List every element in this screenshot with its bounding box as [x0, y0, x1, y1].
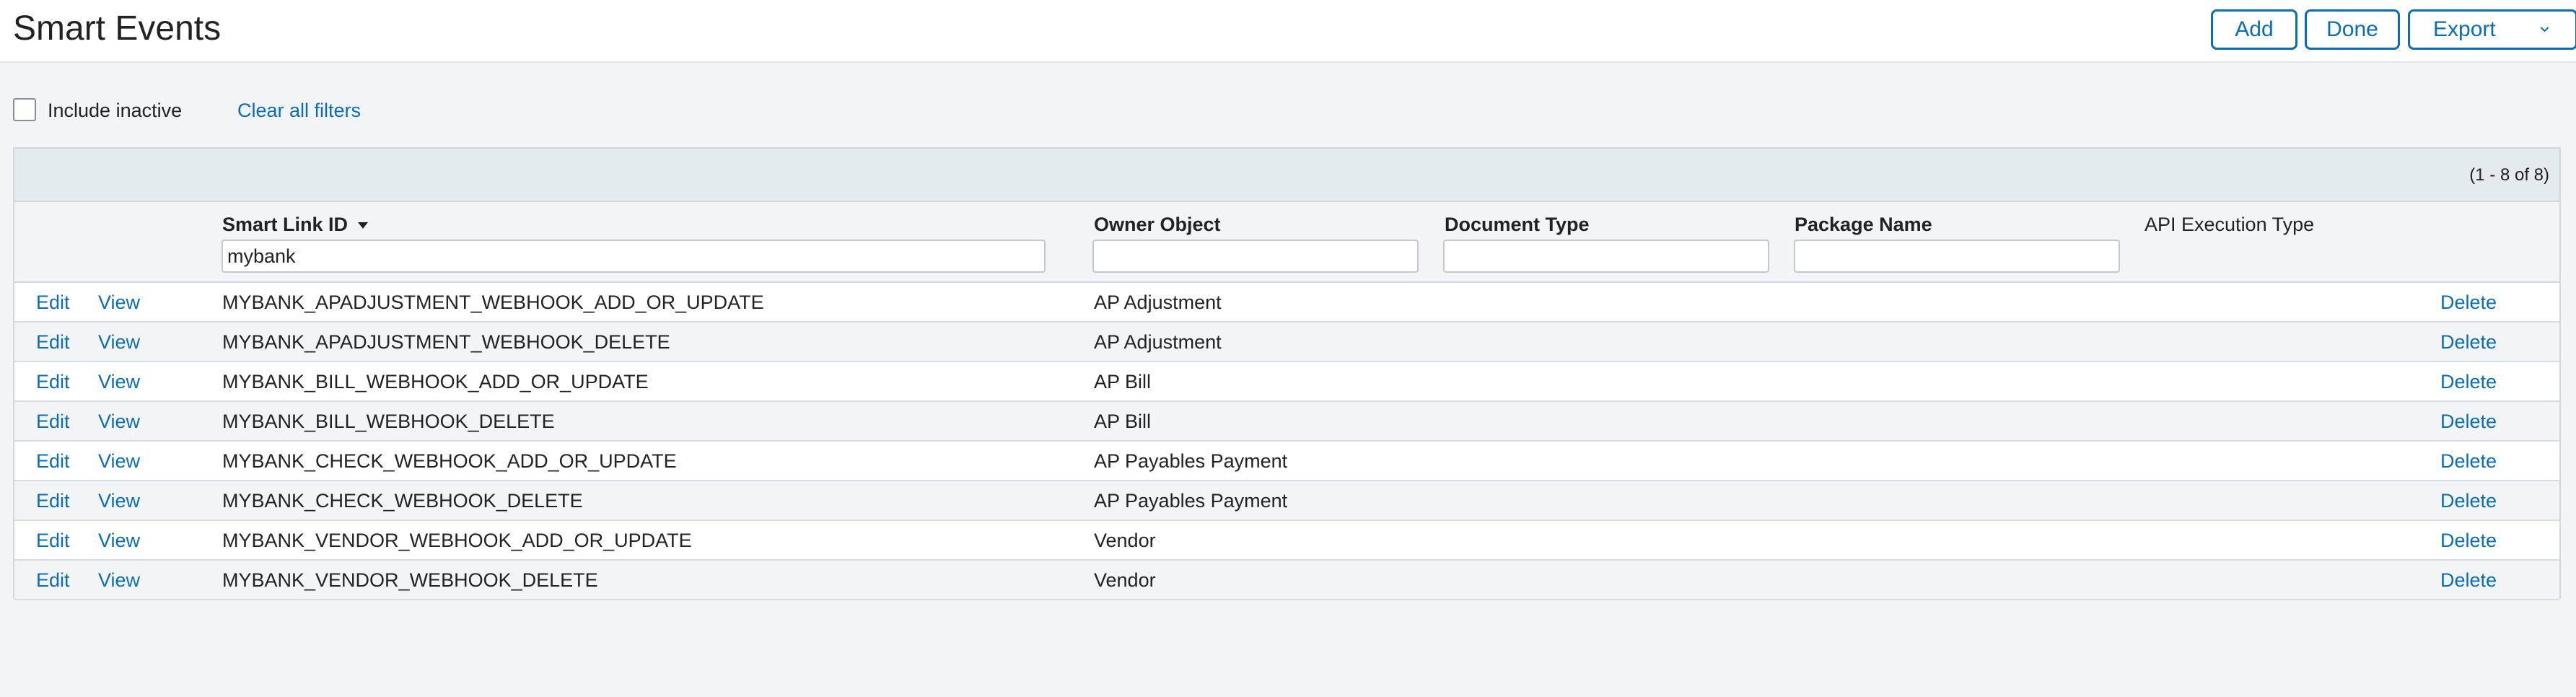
clear-all-filters-link[interactable]: Clear all filters — [237, 98, 361, 123]
delete-link[interactable]: Delete — [2440, 370, 2497, 393]
smart-link-id-cell: MYBANK_CHECK_WEBHOOK_DELETE — [222, 490, 583, 512]
edit-link[interactable]: Edit — [36, 569, 70, 592]
table-row: Edit View MYBANK_CHECK_WEBHOOK_DELETE AP… — [14, 481, 2559, 521]
edit-link[interactable]: Edit — [36, 330, 70, 354]
done-button[interactable]: Done — [2305, 9, 2400, 50]
page-header: Smart Events Add Done Export — [0, 0, 2576, 63]
smart-events-table: (1 - 8 of 8) Smart Link ID Owner Object … — [13, 147, 2561, 600]
column-header-smart-link-id-label: Smart Link ID — [222, 214, 349, 235]
smart-link-id-cell: MYBANK_VENDOR_WEBHOOK_DELETE — [222, 569, 598, 591]
delete-link[interactable]: Delete — [2440, 529, 2497, 552]
owner-object-cell: Vendor — [1094, 569, 1156, 591]
delete-link[interactable]: Delete — [2440, 569, 2497, 592]
include-inactive-checkbox[interactable] — [13, 98, 36, 121]
view-link[interactable]: View — [98, 370, 140, 393]
edit-link[interactable]: Edit — [36, 370, 70, 393]
owner-object-cell: AP Adjustment — [1094, 331, 1222, 353]
edit-link[interactable]: Edit — [36, 529, 70, 552]
owner-object-filter-input[interactable] — [1092, 240, 1419, 273]
column-header-document-type[interactable]: Document Type — [1445, 212, 1590, 237]
smart-link-id-cell: MYBANK_BILL_WEBHOOK_DELETE — [222, 411, 555, 432]
smart-link-id-cell: MYBANK_APADJUSTMENT_WEBHOOK_ADD_OR_UPDAT… — [222, 291, 764, 313]
owner-object-cell: Vendor — [1094, 530, 1156, 551]
view-link[interactable]: View — [98, 291, 140, 314]
page-title: Smart Events — [13, 9, 222, 48]
column-header-api-execution-type: API Execution Type — [2145, 214, 2315, 235]
view-link[interactable]: View — [98, 569, 140, 592]
package-name-filter-input[interactable] — [1794, 240, 2120, 273]
record-count: (1 - 8 of 8) — [2469, 165, 2549, 185]
chevron-down-icon — [2540, 27, 2549, 32]
table-row: Edit View MYBANK_BILL_WEBHOOK_ADD_OR_UPD… — [14, 362, 2559, 402]
table-row: Edit View MYBANK_VENDOR_WEBHOOK_ADD_OR_U… — [14, 521, 2559, 561]
table-row: Edit View MYBANK_CHECK_WEBHOOK_ADD_OR_UP… — [14, 442, 2559, 481]
table-header: Smart Link ID Owner Object Document Type… — [14, 202, 2559, 283]
edit-link[interactable]: Edit — [36, 450, 70, 473]
view-link[interactable]: View — [98, 410, 140, 433]
edit-link[interactable]: Edit — [36, 291, 70, 314]
owner-object-cell: AP Bill — [1094, 371, 1152, 393]
edit-link[interactable]: Edit — [36, 410, 70, 433]
smart-link-id-cell: MYBANK_BILL_WEBHOOK_ADD_OR_UPDATE — [222, 371, 649, 393]
smart-link-id-cell: MYBANK_VENDOR_WEBHOOK_ADD_OR_UPDATE — [222, 530, 692, 551]
view-link[interactable]: View — [98, 330, 140, 354]
smart-link-id-cell: MYBANK_APADJUSTMENT_WEBHOOK_DELETE — [222, 331, 670, 353]
owner-object-cell: AP Adjustment — [1094, 291, 1222, 313]
delete-link[interactable]: Delete — [2440, 450, 2497, 473]
smart-link-id-cell: MYBANK_CHECK_WEBHOOK_ADD_OR_UPDATE — [222, 450, 677, 472]
table-body: Edit View MYBANK_APADJUSTMENT_WEBHOOK_AD… — [14, 283, 2559, 600]
edit-link[interactable]: Edit — [36, 489, 70, 512]
table-row: Edit View MYBANK_BILL_WEBHOOK_DELETE AP … — [14, 402, 2559, 442]
column-header-smart-link-id[interactable]: Smart Link ID — [222, 212, 369, 237]
add-button[interactable]: Add — [2211, 9, 2297, 50]
owner-object-cell: AP Payables Payment — [1094, 490, 1288, 512]
column-header-owner-object[interactable]: Owner Object — [1094, 212, 1221, 237]
include-inactive-label: Include inactive — [48, 100, 183, 121]
sort-caret-down-icon — [358, 222, 369, 229]
delete-link[interactable]: Delete — [2440, 410, 2497, 433]
view-link[interactable]: View — [98, 450, 140, 473]
delete-link[interactable]: Delete — [2440, 330, 2497, 354]
table-toolbar: (1 - 8 of 8) — [14, 149, 2559, 202]
view-link[interactable]: View — [98, 489, 140, 512]
table-row: Edit View MYBANK_APADJUSTMENT_WEBHOOK_DE… — [14, 323, 2559, 362]
column-header-package-name[interactable]: Package Name — [1795, 212, 1932, 237]
view-link[interactable]: View — [98, 529, 140, 552]
table-row: Edit View MYBANK_APADJUSTMENT_WEBHOOK_AD… — [14, 283, 2559, 323]
export-button[interactable]: Export — [2408, 9, 2576, 50]
owner-object-cell: AP Bill — [1094, 411, 1152, 432]
export-button-label: Export — [2433, 17, 2496, 41]
delete-link[interactable]: Delete — [2440, 291, 2497, 314]
delete-link[interactable]: Delete — [2440, 489, 2497, 512]
smart-link-id-filter-input[interactable] — [222, 240, 1046, 273]
owner-object-cell: AP Payables Payment — [1094, 450, 1288, 472]
document-type-filter-input[interactable] — [1443, 240, 1769, 273]
table-row: Edit View MYBANK_VENDOR_WEBHOOK_DELETE V… — [14, 561, 2559, 600]
